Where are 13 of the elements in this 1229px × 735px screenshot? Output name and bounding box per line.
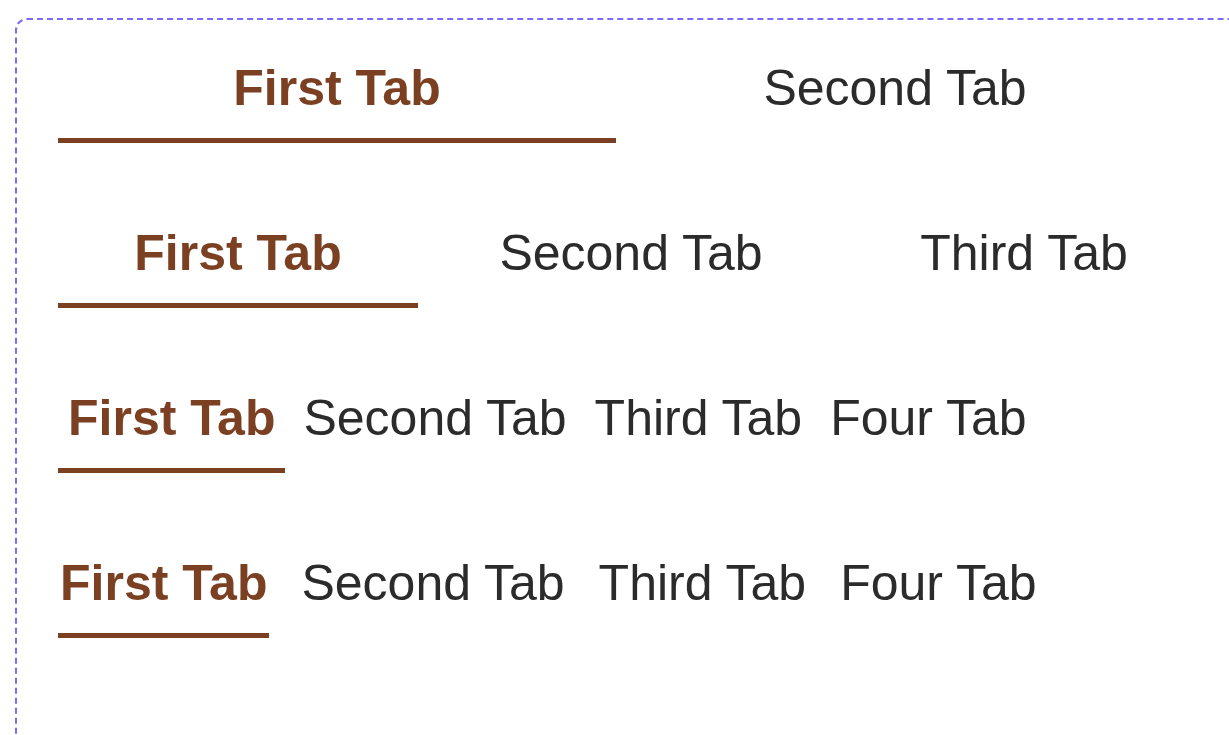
tab[interactable]: First Tab	[58, 545, 270, 638]
tab[interactable]: First Tab	[58, 50, 616, 143]
tab[interactable]: Third Tab	[584, 380, 813, 473]
tab[interactable]: First Tab	[58, 215, 418, 308]
tab[interactable]: Four Tab	[838, 545, 1039, 638]
tab[interactable]: Second Tab	[293, 380, 577, 473]
tab[interactable]: Third Tab	[844, 215, 1204, 308]
tab[interactable]: First Tab	[58, 380, 286, 473]
tab[interactable]: Second Tab	[616, 50, 1174, 143]
tab[interactable]: Second Tab	[451, 215, 811, 308]
tab[interactable]: Four Tab	[820, 380, 1037, 473]
tab[interactable]: Second Tab	[299, 545, 567, 638]
tab[interactable]: Third Tab	[596, 545, 809, 638]
